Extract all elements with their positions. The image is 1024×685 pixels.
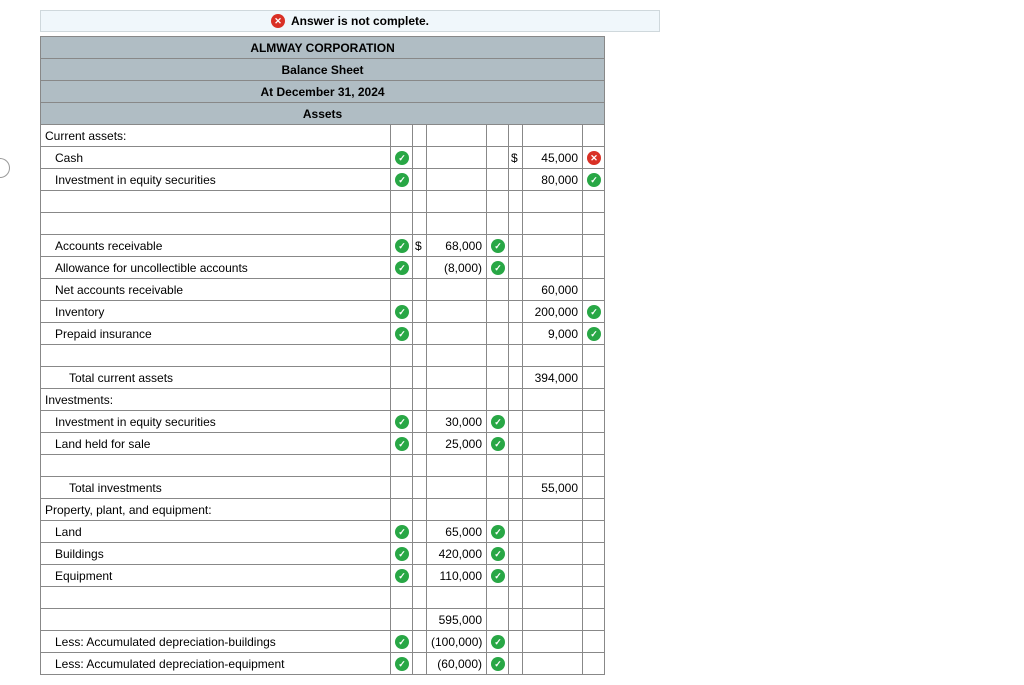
check-icon (491, 635, 505, 649)
row-label[interactable]: Investment in equity securities (41, 411, 391, 433)
label-mark (391, 147, 413, 169)
dollar-sign: $ (509, 147, 523, 169)
check-icon (395, 525, 409, 539)
table-row: 595,000 (41, 609, 605, 631)
table-row: Less: Accumulated depreciation-buildings… (41, 631, 605, 653)
row-label[interactable]: Land (41, 521, 391, 543)
row-label: Investments: (41, 389, 391, 411)
check-icon (491, 239, 505, 253)
table-row: Allowance for uncollectible accounts (8,… (41, 257, 605, 279)
left-edge-tab[interactable] (0, 158, 10, 178)
value-cell[interactable]: (100,000) (427, 631, 487, 653)
value-cell[interactable]: 30,000 (427, 411, 487, 433)
value-cell[interactable]: 110,000 (427, 565, 487, 587)
value-cell[interactable]: (60,000) (427, 653, 487, 675)
value-cell[interactable]: 9,000 (523, 323, 583, 345)
sheet-title: Balance Sheet (41, 59, 605, 81)
check-icon (395, 569, 409, 583)
table-row: Prepaid insurance 9,000 (41, 323, 605, 345)
value-mark (583, 147, 605, 169)
row-label: Current assets: (41, 125, 391, 147)
check-icon (395, 305, 409, 319)
value-cell[interactable]: 25,000 (427, 433, 487, 455)
value-cell[interactable]: 420,000 (427, 543, 487, 565)
table-row (41, 345, 605, 367)
table-row: Cash $ 45,000 (41, 147, 605, 169)
table-row: Current assets: (41, 125, 605, 147)
table-row: Net accounts receivable 60,000 (41, 279, 605, 301)
cross-icon (271, 14, 285, 28)
check-icon (587, 173, 601, 187)
check-icon (395, 327, 409, 341)
value-cell: 55,000 (523, 477, 583, 499)
table-row: Property, plant, and equipment: (41, 499, 605, 521)
dollar-sign: $ (413, 235, 427, 257)
check-icon (395, 547, 409, 561)
row-label: Property, plant, and equipment: (41, 499, 391, 521)
check-icon (491, 415, 505, 429)
row-label[interactable]: Accounts receivable (41, 235, 391, 257)
table-row: Less: Accumulated depreciation-equipment… (41, 653, 605, 675)
check-icon (395, 635, 409, 649)
check-icon (395, 437, 409, 451)
value-cell[interactable]: 80,000 (523, 169, 583, 191)
row-label[interactable]: Cash (41, 147, 391, 169)
row-label: Total investments (41, 477, 391, 499)
row-label[interactable]: Prepaid insurance (41, 323, 391, 345)
check-icon (395, 151, 409, 165)
check-icon (395, 415, 409, 429)
value-cell[interactable]: 200,000 (523, 301, 583, 323)
value-cell: 60,000 (523, 279, 583, 301)
value-cell: 394,000 (523, 367, 583, 389)
table-row (41, 455, 605, 477)
check-icon (395, 173, 409, 187)
table-row (41, 213, 605, 235)
check-icon (491, 569, 505, 583)
value-cell: 595,000 (427, 609, 487, 631)
status-text: Answer is not complete. (291, 14, 429, 28)
check-icon (395, 261, 409, 275)
check-icon (395, 239, 409, 253)
table-row: Investment in equity securities 80,000 (41, 169, 605, 191)
table-row (41, 191, 605, 213)
row-label[interactable]: Investment in equity securities (41, 169, 391, 191)
table-row: Buildings 420,000 (41, 543, 605, 565)
row-label[interactable]: Land held for sale (41, 433, 391, 455)
check-icon (491, 437, 505, 451)
check-icon (491, 547, 505, 561)
row-label[interactable]: Equipment (41, 565, 391, 587)
table-row: Investments: (41, 389, 605, 411)
table-row: Accounts receivable $ 68,000 (41, 235, 605, 257)
table-row: Equipment 110,000 (41, 565, 605, 587)
check-icon (491, 261, 505, 275)
table-row: Inventory 200,000 (41, 301, 605, 323)
balance-sheet-table: ALMWAY CORPORATION Balance Sheet At Dece… (40, 36, 585, 675)
value-cell[interactable]: 68,000 (427, 235, 487, 257)
section-assets: Assets (41, 103, 605, 125)
row-label[interactable]: Less: Accumulated depreciation-equipment (41, 653, 391, 675)
check-icon (587, 305, 601, 319)
company-name: ALMWAY CORPORATION (41, 37, 605, 59)
completion-status-bar: Answer is not complete. (40, 10, 660, 32)
table-row: Land held for sale 25,000 (41, 433, 605, 455)
row-label[interactable]: Net accounts receivable (41, 279, 391, 301)
value-cell[interactable]: 45,000 (523, 147, 583, 169)
check-icon (587, 327, 601, 341)
table-row: Investment in equity securities 30,000 (41, 411, 605, 433)
value-cell[interactable]: (8,000) (427, 257, 487, 279)
table-row: Total current assets 394,000 (41, 367, 605, 389)
row-label: Total current assets (41, 367, 391, 389)
sheet-date: At December 31, 2024 (41, 81, 605, 103)
table-row: Total investments 55,000 (41, 477, 605, 499)
row-label[interactable]: Inventory (41, 301, 391, 323)
table-row (41, 587, 605, 609)
value-cell[interactable]: 65,000 (427, 521, 487, 543)
row-label[interactable]: Buildings (41, 543, 391, 565)
table-row: Land 65,000 (41, 521, 605, 543)
check-icon (491, 525, 505, 539)
row-label[interactable]: Less: Accumulated depreciation-buildings (41, 631, 391, 653)
cross-icon (587, 151, 601, 165)
row-label[interactable]: Allowance for uncollectible accounts (41, 257, 391, 279)
